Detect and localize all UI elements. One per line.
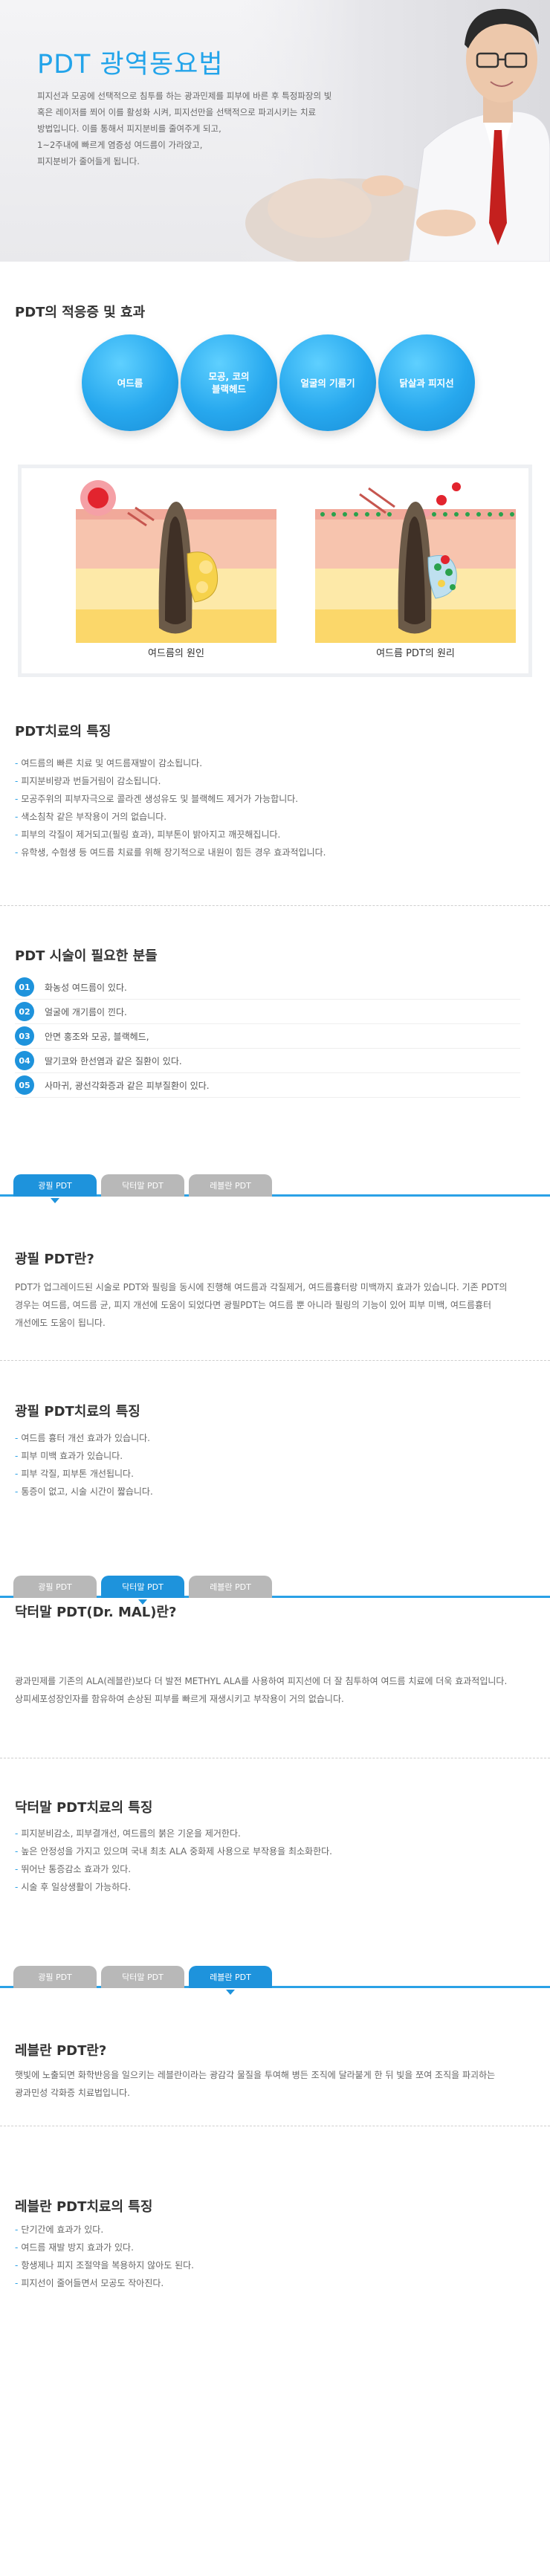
list-item: - 뛰어난 통증감소 효과가 있다.	[15, 1864, 132, 1874]
tab-kwangpil-pdt[interactable]: 광필 PDT	[13, 1576, 97, 1598]
list-item: - 피부 미백 효과가 있습니다.	[15, 1451, 123, 1461]
list-item: - 피지선이 줄어들면서 모공도 작아진다.	[15, 2278, 164, 2288]
tab-kwangpil-pdt[interactable]: 광필 PDT	[13, 1966, 97, 1988]
list-item: - 높은 안정성을 가지고 있으며 국내 최초 ALA 중화제 사용으로 부작용을…	[15, 1846, 332, 1857]
pdt-principle-illustration	[315, 482, 516, 643]
number-badge: 05	[15, 1075, 34, 1095]
need-text: 화농성 여드름이 있다.	[45, 982, 127, 993]
caption-acne-cause: 여드름의 원인	[148, 648, 204, 659]
tab-drmal-pdt[interactable]: 닥터말 PDT	[101, 1966, 184, 1988]
list-item: - 피부의 각질이 제거되고(필링 효과), 피부톤이 밝아지고 깨끗해집니다.	[15, 829, 281, 840]
page-title: PDT 광역동요법	[37, 50, 224, 80]
need-row: 04 딸기코와 한선염과 같은 질환이 있다.	[15, 1049, 520, 1073]
hero-desc-line: 피지분비가 줄어들게 됩니다.	[37, 156, 140, 166]
circle-keratosis-sebaceous: 닭살과 피지선	[378, 334, 475, 431]
divider	[0, 1360, 550, 1361]
tab-bar-drmal: 광필 PDT 닥터말 PDT 레블란 PDT	[0, 1576, 550, 1605]
need-row: 02 얼굴에 개기름이 낀다.	[15, 1000, 520, 1024]
need-text: 딸기코와 한선염과 같은 질환이 있다.	[45, 1055, 182, 1067]
need-text: 안면 홍조와 모공, 블랙헤드,	[45, 1031, 149, 1042]
circle-acne: 여드름	[82, 334, 178, 431]
need-row: 01 화농성 여드름이 있다.	[15, 975, 520, 1000]
acne-cause-illustration	[76, 480, 276, 643]
section-title-needs: PDT 시술이 필요한 분들	[15, 948, 158, 964]
section-title-drmal-features: 닥터말 PDT치료의 특징	[15, 1800, 153, 1816]
list-item: - 시술 후 일상생활이 가능하다.	[15, 1882, 132, 1892]
levulan-description: 햇빛에 노출되면 화학반응을 일으키는 레블란이라는 광감각 물질을 투여해 병…	[15, 2070, 496, 2098]
section-title-drmal-what: 닥터말 PDT(Dr. MAL)란?	[15, 1605, 177, 1620]
number-badge: 03	[15, 1026, 34, 1046]
list-item: - 통증이 없고, 시술 시간이 짧습니다.	[15, 1486, 153, 1497]
kwangpil-features-list: - 여드름 흉터 개선 효과가 있습니다. - 피부 미백 효과가 있습니다. -피…	[15, 1429, 153, 1501]
circle-pores-blackheads: 모공, 코의 블랙헤드	[181, 334, 277, 431]
list-item: - 색소침착 같은 부작용이 거의 없습니다.	[15, 812, 167, 822]
caption-pdt-principle: 여드름 PDT의 원리	[376, 648, 455, 659]
page: PDT 광역동요법 피지선과 모공에 선택적으로 침투를 하는 광과민제를 피부…	[0, 0, 550, 2576]
list-item: - 단기간에 효과가 있다.	[15, 2224, 104, 2235]
levulan-features-list: - 단기간에 효과가 있다. - 여드름 재발 방지 효과가 있다. - 항생제나 피…	[15, 2221, 194, 2292]
circle-oily-face: 얼굴의 기름기	[279, 334, 376, 431]
list-item: - 여드름의 빠른 치료 및 여드름재발이 감소됩니다.	[15, 758, 203, 768]
list-item: - 피지분비감소, 피부결개선, 여드름의 붉은 기운을 제거한다.	[15, 1828, 241, 1839]
drmal-features-list: - 피지분비감소, 피부결개선, 여드름의 붉은 기운을 제거한다. - 높은 안정…	[15, 1825, 332, 1896]
list-item: - 피지분비량과 번들거림이 감소됩니다.	[15, 776, 161, 786]
need-row: 05 사마귀, 광선각화증과 같은 피부질환이 있다.	[15, 1073, 520, 1098]
section-title-indications: PDT의 적응증 및 효과	[15, 305, 146, 320]
drmal-description: 광과민제를 기존의 ALA(레블란)보다 더 발전 METHYL ALA를 사용…	[15, 1676, 508, 1704]
tab-levulan-pdt[interactable]: 레블란 PDT	[189, 1174, 272, 1197]
list-item: - 여드름 재발 방지 효과가 있다.	[15, 2242, 134, 2253]
hero-desc-line: 1~2주내에 빠르게 염증성 여드름이 가라앉고,	[37, 140, 203, 150]
hero-desc-line: 피지선과 모공에 선택적으로 침투를 하는 광과민제를 피부에 바른 후 특정파…	[37, 91, 332, 101]
tab-levulan-pdt[interactable]: 레블란 PDT	[189, 1576, 272, 1598]
list-item: - 모공주위의 피부자극으로 콜라겐 생성유도 및 블랙헤드 제거가 가능합니다.	[15, 794, 299, 804]
tab-drmal-pdt[interactable]: 닥터말 PDT	[101, 1576, 184, 1605]
acne-diagram-box: 여드름의 원인 여드름 PDT의 원리	[18, 465, 532, 677]
need-text: 사마귀, 광선각화증과 같은 피부질환이 있다.	[45, 1080, 210, 1091]
kwangpil-description: PDT가 업그레이드된 시술로 PDT와 필링을 동시에 진행해 여드름과 각질…	[15, 1282, 508, 1328]
features-list: - 여드름의 빠른 치료 및 여드름재발이 감소됩니다. - 피지분비량과 번들거림…	[15, 754, 326, 861]
divider	[0, 905, 550, 906]
tab-bar-levulan: 광필 PDT 닥터말 PDT 레블란 PDT	[0, 1966, 550, 1995]
hero-desc-line: 방법입니다. 이를 통해서 피지분비를 줄여주게 되고,	[37, 123, 221, 134]
need-row: 03 안면 홍조와 모공, 블랙헤드,	[15, 1024, 520, 1049]
tab-levulan-pdt[interactable]: 레블란 PDT	[189, 1966, 272, 1995]
hero-description: 피지선과 모공에 선택적으로 침투를 하는 광과민제를 피부에 바른 후 특정파…	[37, 88, 379, 169]
number-badge: 04	[15, 1051, 34, 1070]
list-item: - 여드름 흉터 개선 효과가 있습니다.	[15, 1433, 150, 1443]
section-title-levulan-what: 레블란 PDT란?	[15, 2043, 107, 2059]
list-item: - 항생제나 피지 조절약을 복용하지 않아도 된다.	[15, 2260, 194, 2271]
list-item: - 피부 각질, 피부톤 개선됩니다.	[15, 1469, 134, 1479]
tab-drmal-pdt[interactable]: 닥터말 PDT	[101, 1174, 184, 1197]
section-title-kwangpil-features: 광필 PDT치료의 특징	[15, 1404, 140, 1420]
hero-banner: PDT 광역동요법 피지선과 모공에 선택적으로 침투를 하는 광과민제를 피부…	[0, 0, 550, 262]
hero-desc-line: 혹은 레이저를 쬐어 이를 활성화 시켜, 피지선만을 선택적으로 파괴시키는 …	[37, 107, 317, 117]
tab-bar-kwangpil: 광필 PDT 닥터말 PDT 레블란 PDT	[0, 1174, 550, 1203]
section-title-kwangpil-what: 광필 PDT란?	[15, 1252, 94, 1267]
tab-kwangpil-pdt[interactable]: 광필 PDT	[13, 1174, 97, 1203]
section-title-levulan-features: 레블란 PDT치료의 특징	[15, 2199, 153, 2215]
number-badge: 02	[15, 1002, 34, 1021]
list-item: - 유학생, 수험생 등 여드름 치료를 위해 장기적으로 내원이 힘든 경우 효…	[15, 847, 326, 858]
section-title-features: PDT치료의 특징	[15, 724, 111, 740]
need-text: 얼굴에 개기름이 낀다.	[45, 1006, 127, 1017]
number-badge: 01	[15, 977, 34, 997]
